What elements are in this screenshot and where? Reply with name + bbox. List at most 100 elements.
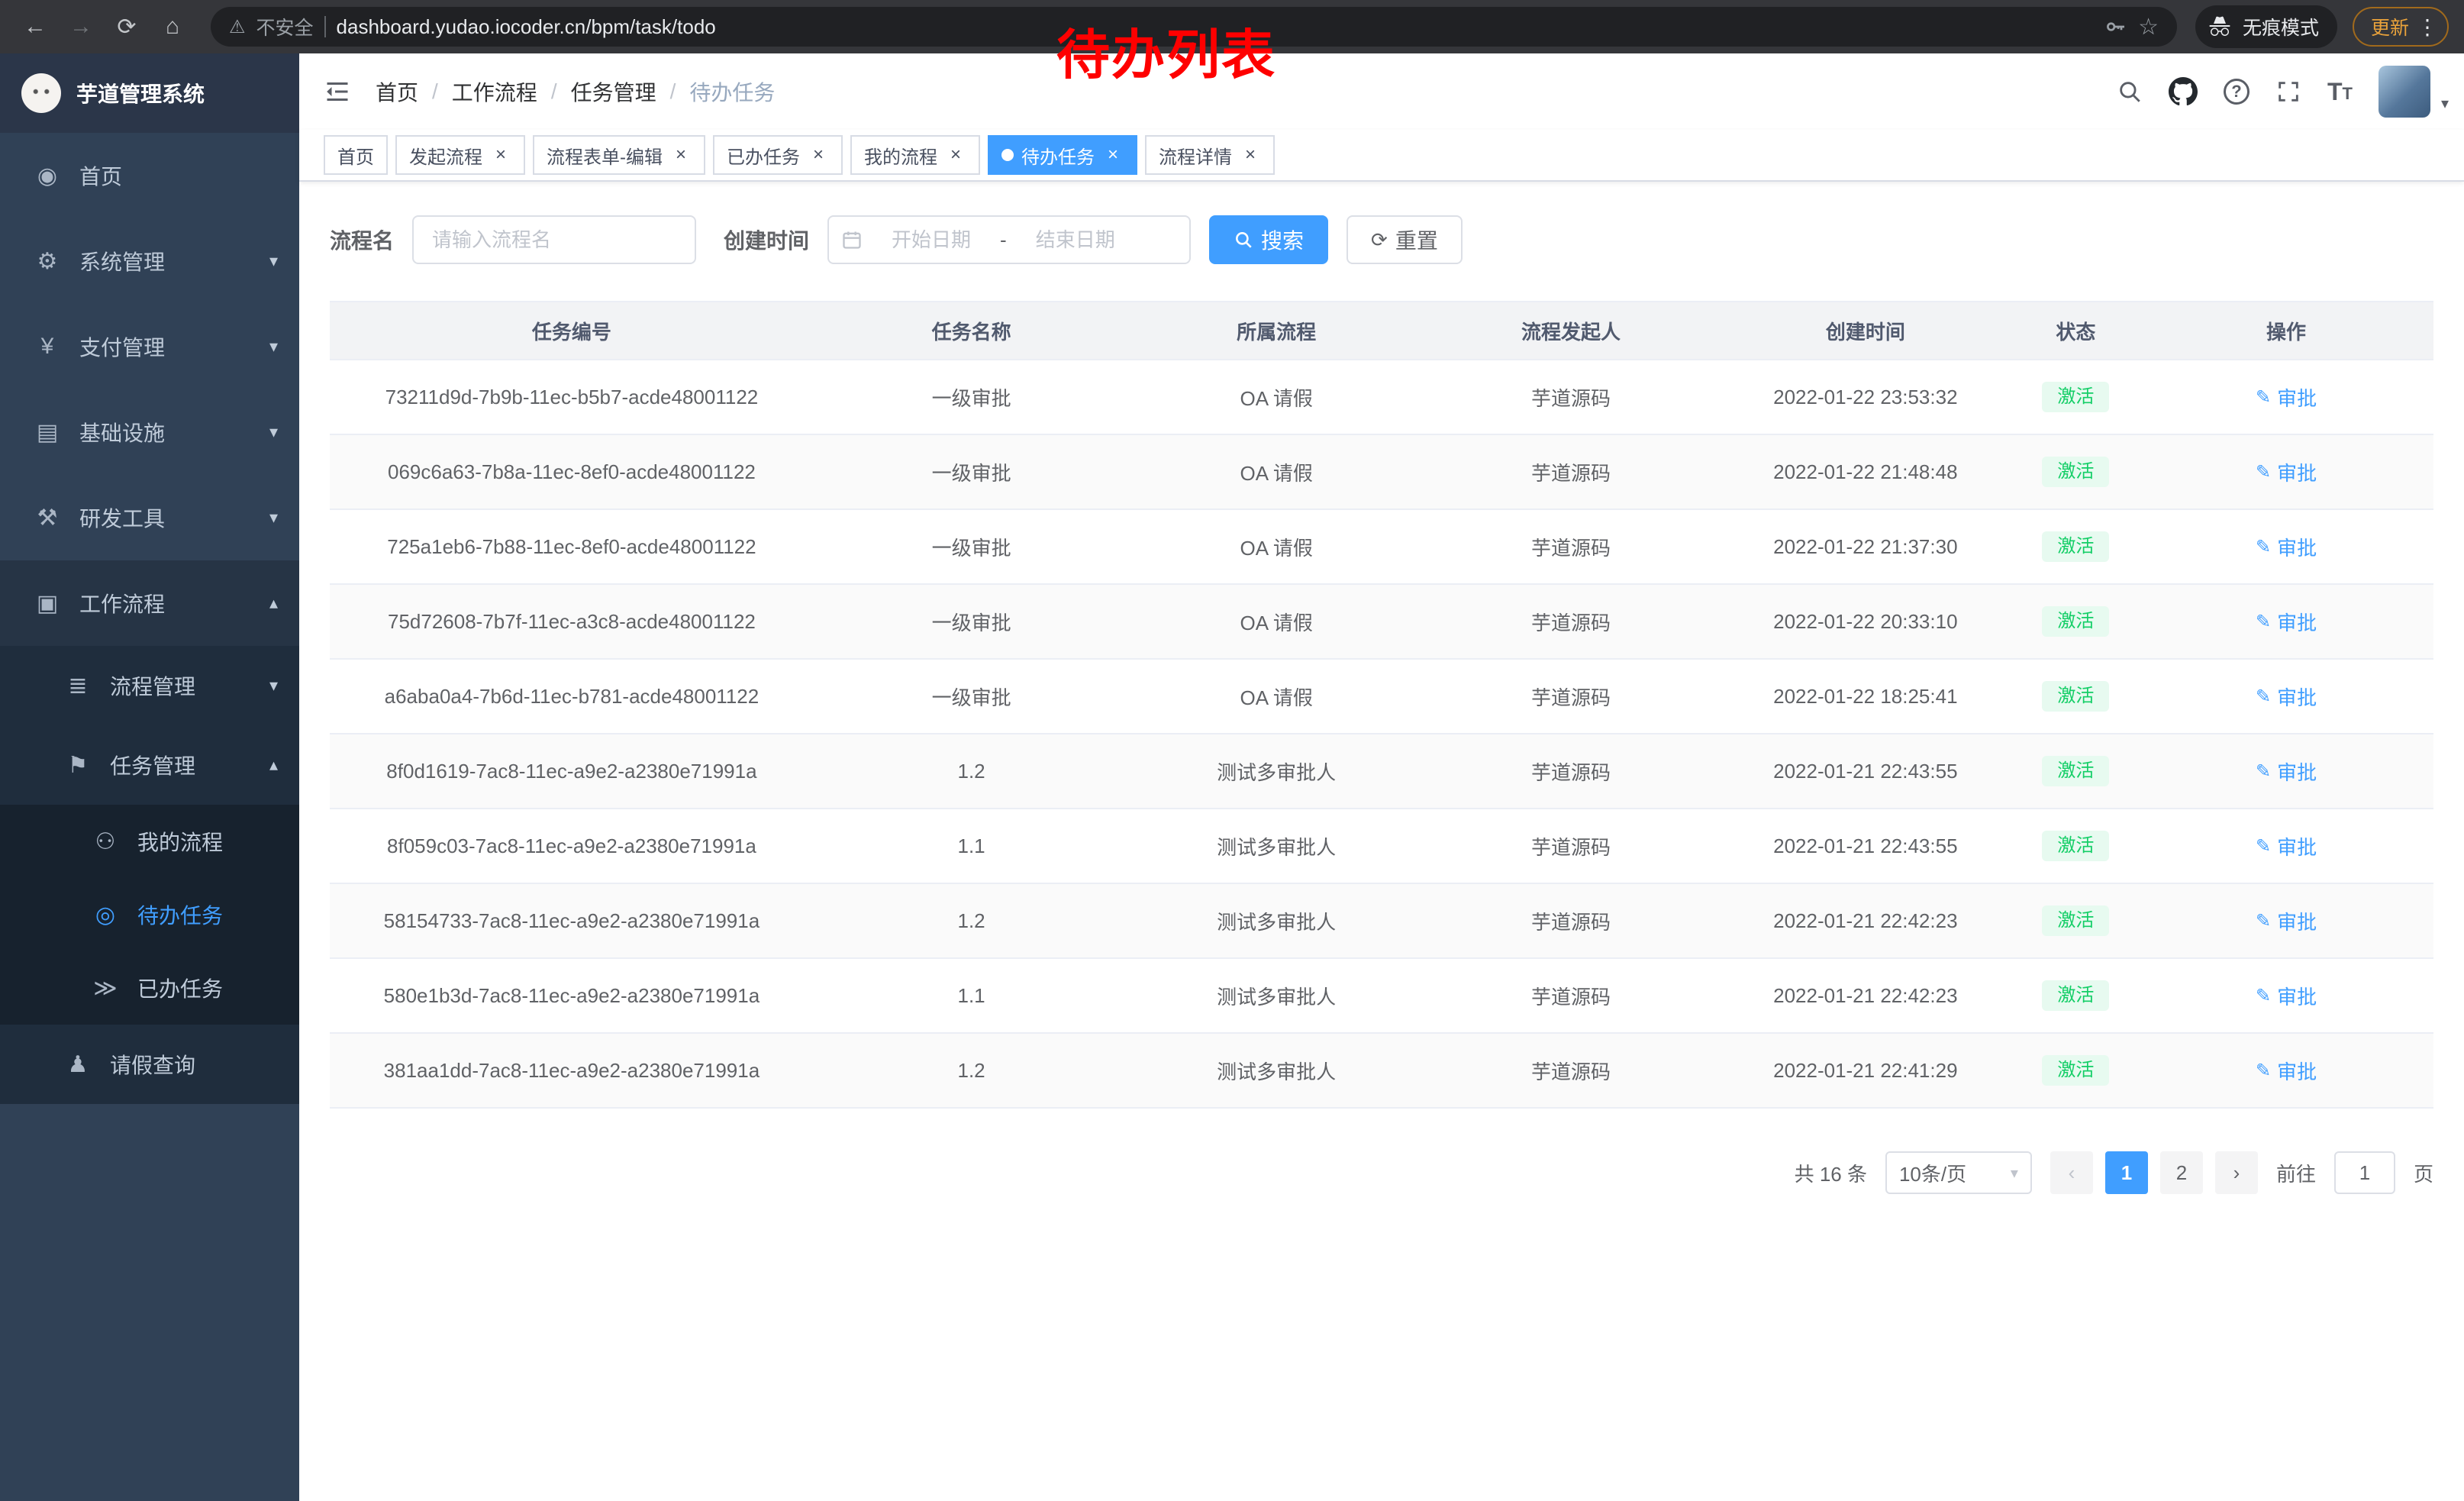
approve-link[interactable]: ✎审批	[2256, 683, 2317, 711]
update-button[interactable]: 更新 ⋮	[2353, 7, 2449, 47]
tab-my-process[interactable]: 我的流程 ×	[850, 135, 980, 175]
approve-link[interactable]: ✎审批	[2256, 383, 2317, 412]
close-icon[interactable]: ×	[808, 144, 829, 166]
initiator-cell: 芋道源码	[1424, 509, 1718, 584]
search-icon[interactable]	[2117, 79, 2143, 105]
sidebar-group-workflow: ▣ 工作流程 ▴ ≣ 流程管理 ▾ ⚑ 任务管理 ▴ ⚇ 我的流程	[0, 560, 299, 1104]
sidebar-item-home[interactable]: ◉ 首页	[0, 133, 299, 218]
sidebar-item-payment[interactable]: ¥ 支付管理 ▾	[0, 304, 299, 389]
prev-page-button[interactable]: ‹	[2050, 1151, 2093, 1194]
close-icon[interactable]: ×	[670, 144, 692, 166]
task-id-cell: 725a1eb6-7b88-11ec-8ef0-acde48001122	[330, 509, 814, 584]
close-icon[interactable]: ×	[1102, 144, 1124, 166]
sidebar-item-system[interactable]: ⚙ 系统管理 ▾	[0, 218, 299, 304]
table-row: 381aa1dd-7ac8-11ec-a9e2-a2380e71991a 1.2…	[330, 1033, 2433, 1108]
goto-page-input[interactable]	[2334, 1151, 2395, 1194]
breadcrumb-item[interactable]: 首页	[376, 76, 418, 107]
end-date-input[interactable]	[1011, 228, 1140, 252]
eye-icon: ◎	[89, 902, 122, 928]
search-button[interactable]: 搜索	[1209, 215, 1328, 264]
tab-done-tasks[interactable]: 已办任务 ×	[713, 135, 843, 175]
approve-link[interactable]: ✎审批	[2256, 832, 2317, 860]
active-dot-icon	[1001, 149, 1014, 161]
tab-process-form-edit[interactable]: 流程表单-编辑 ×	[533, 135, 705, 175]
font-size-icon[interactable]: TT	[2327, 79, 2353, 104]
task-id-cell: 580e1b3d-7ac8-11ec-a9e2-a2380e71991a	[330, 958, 814, 1033]
approve-link[interactable]: ✎审批	[2256, 458, 2317, 486]
tab-todo-tasks[interactable]: 待办任务 ×	[988, 135, 1137, 175]
initiator-cell: 芋道源码	[1424, 958, 1718, 1033]
page-2-button[interactable]: 2	[2160, 1151, 2203, 1194]
created-cell: 2022-01-21 22:41:29	[1718, 1033, 2013, 1108]
approve-link[interactable]: ✎审批	[2256, 533, 2317, 561]
approve-link[interactable]: ✎审批	[2256, 907, 2317, 935]
page-1-button[interactable]: 1	[2105, 1151, 2148, 1194]
sidebar-item-task-management[interactable]: ⚑ 任务管理 ▴	[0, 725, 299, 805]
approve-link[interactable]: ✎审批	[2256, 982, 2317, 1010]
tabs-bar: 首页 发起流程 × 流程表单-编辑 × 已办任务 × 我的流程 × 待办任务 ×	[299, 130, 2464, 182]
approve-link[interactable]: ✎审批	[2256, 757, 2317, 786]
edit-icon: ✎	[2256, 835, 2271, 857]
sidebar-item-todo-tasks[interactable]: ◎ 待办任务	[0, 878, 299, 951]
security-label[interactable]: 不安全	[256, 13, 314, 40]
close-icon[interactable]: ×	[945, 144, 966, 166]
reset-button[interactable]: ⟳ 重置	[1346, 215, 1463, 264]
close-icon[interactable]: ×	[1240, 144, 1261, 166]
process-name-input[interactable]	[412, 215, 696, 264]
fullscreen-icon[interactable]	[2275, 79, 2301, 105]
date-range-picker[interactable]: -	[827, 215, 1191, 264]
chrome-right-controls: 无痕模式 更新 ⋮	[2195, 5, 2449, 48]
sidebar-item-my-process[interactable]: ⚇ 我的流程	[0, 805, 299, 878]
page-content: 流程名 创建时间 - 搜索 ⟳	[299, 182, 2464, 1501]
page-size-select[interactable]: 10条/页 ▾	[1885, 1151, 2032, 1194]
sidebar-item-leave-query[interactable]: ♟ 请假查询	[0, 1025, 299, 1104]
sidebar-item-dev-tools[interactable]: ⚒ 研发工具 ▾	[0, 475, 299, 560]
sidebar-collapse-icon[interactable]	[299, 53, 376, 130]
created-cell: 2022-01-21 22:42:23	[1718, 883, 2013, 958]
sidebar-item-workflow[interactable]: ▣ 工作流程 ▴	[0, 560, 299, 646]
bookmark-star-icon[interactable]: ☆	[2138, 14, 2159, 40]
forward-icon[interactable]: →	[61, 7, 101, 47]
tab-home[interactable]: 首页	[324, 135, 388, 175]
reload-icon[interactable]: ⟳	[107, 7, 147, 47]
breadcrumb-current: 待办任务	[689, 76, 775, 107]
start-date-input[interactable]	[867, 228, 995, 252]
process-cell: OA 请假	[1129, 360, 1424, 434]
url-divider	[324, 16, 326, 37]
task-name-cell: 1.2	[814, 734, 1129, 809]
process-cell: 测试多审批人	[1129, 734, 1424, 809]
tab-process-detail[interactable]: 流程详情 ×	[1145, 135, 1275, 175]
breadcrumb-separator: /	[670, 79, 676, 104]
avatar-caret-down-icon[interactable]: ▾	[2441, 94, 2449, 113]
approve-link[interactable]: ✎审批	[2256, 608, 2317, 636]
menu-label: 支付管理	[79, 331, 165, 362]
col-header-process: 所属流程	[1129, 302, 1424, 360]
sidebar-item-done-tasks[interactable]: ≫ 已办任务	[0, 951, 299, 1025]
back-icon[interactable]: ←	[15, 7, 55, 47]
menu-dots-icon[interactable]: ⋮	[2417, 15, 2438, 40]
sidebar-item-process-management[interactable]: ≣ 流程管理 ▾	[0, 646, 299, 725]
user-avatar[interactable]	[2379, 66, 2430, 118]
process-cell: OA 请假	[1129, 434, 1424, 509]
approve-link[interactable]: ✎审批	[2256, 1057, 2317, 1085]
status-badge: 激活	[2042, 531, 2109, 562]
security-warning-icon[interactable]: ⚠	[229, 16, 246, 38]
breadcrumb-item[interactable]: 工作流程	[452, 76, 537, 107]
home-icon[interactable]: ⌂	[153, 7, 192, 47]
github-icon[interactable]	[2169, 77, 2198, 106]
key-icon[interactable]	[2103, 15, 2127, 39]
menu-label: 研发工具	[79, 502, 165, 533]
task-name-cell: 1.2	[814, 1033, 1129, 1108]
url-text[interactable]: dashboard.yudao.iocoder.cn/bpm/task/todo	[337, 15, 716, 39]
tab-start-process[interactable]: 发起流程 ×	[395, 135, 525, 175]
next-page-button[interactable]: ›	[2215, 1151, 2258, 1194]
chevron-down-icon: ▾	[269, 676, 278, 696]
help-icon[interactable]: ?	[2224, 79, 2250, 105]
incognito-icon	[2208, 15, 2232, 39]
task-id-cell: 8f059c03-7ac8-11ec-a9e2-a2380e71991a	[330, 809, 814, 883]
sidebar-item-infrastructure[interactable]: ▤ 基础设施 ▾	[0, 389, 299, 475]
close-icon[interactable]: ×	[490, 144, 511, 166]
initiator-cell: 芋道源码	[1424, 434, 1718, 509]
app-logo[interactable]: 芋道管理系统	[0, 53, 299, 133]
breadcrumb-item[interactable]: 任务管理	[571, 76, 656, 107]
